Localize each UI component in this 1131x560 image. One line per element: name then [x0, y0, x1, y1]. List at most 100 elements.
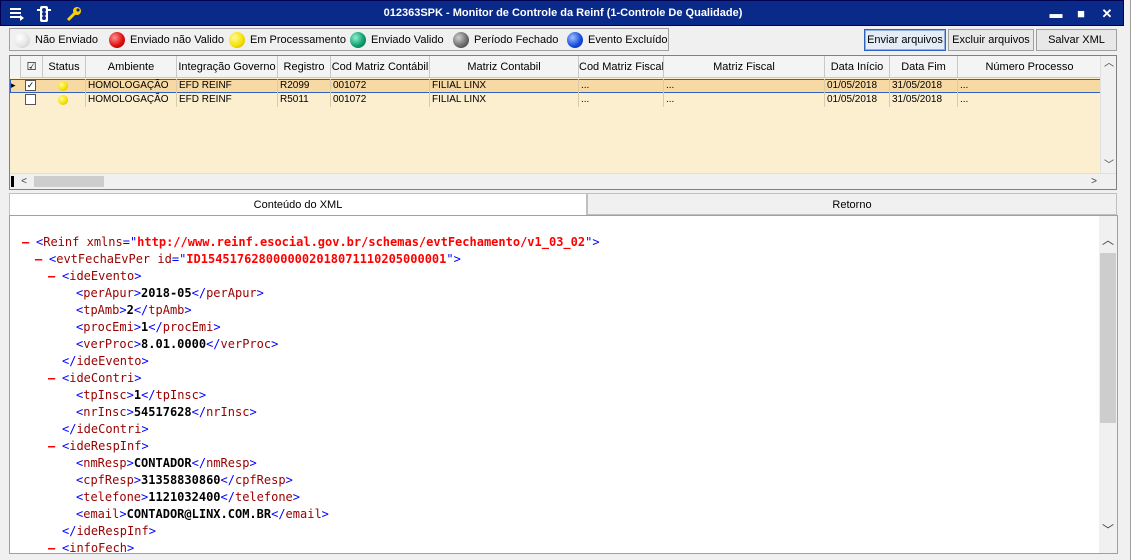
xml-tag: email [285, 507, 322, 521]
col-header-integracao[interactable]: Integração Governo [177, 56, 278, 78]
grid-horizontal-scrollbar[interactable]: < > [10, 173, 1116, 189]
xml-node-infofech: – <infoFech> [48, 540, 134, 554]
xml-node-email: <email>CONTADOR@LINX.COM.BR</email> [76, 507, 329, 521]
scroll-down-icon[interactable]: ﹀ [1100, 522, 1116, 538]
collapse-toggle[interactable]: – [48, 540, 62, 553]
scroll-up-icon[interactable]: ︿ [1101, 56, 1116, 72]
row-checkbox[interactable]: ✓ [25, 80, 36, 91]
col-header-data-inicio[interactable]: Data Início [825, 56, 890, 78]
legend-label: Enviado não Valido [130, 34, 224, 46]
xml-tag: tpInsc [83, 388, 127, 402]
scroll-up-icon[interactable]: ︿ [1100, 232, 1116, 248]
tab-retorno[interactable]: Retorno [587, 193, 1117, 215]
xml-tag: nrInsc [206, 405, 250, 419]
xml-node-nmresp: <nmResp>CONTADOR</nmResp> [76, 456, 257, 470]
tab-conteudo-xml[interactable]: Conteúdo do XML [9, 193, 587, 216]
xml-tag: tpAmb [148, 303, 185, 317]
xml-node-ideevento-close: </ideEvento> [62, 354, 149, 368]
legend-label: Em Processamento [250, 34, 346, 46]
maximize-button[interactable]: ■ [1072, 5, 1090, 23]
xml-value: 54517628 [133, 405, 192, 419]
close-button[interactable]: ✕ [1098, 5, 1116, 23]
xml-tag: verProc [83, 337, 134, 351]
table-row[interactable]: HOMOLOGAÇÃO EFD REINF R5011 001072 FILIA… [10, 93, 1102, 107]
col-header-cod-matriz-contabil[interactable]: Cod Matriz Contábil [331, 56, 430, 78]
xml-tag: tpAmb [83, 303, 120, 317]
green-ball-icon [350, 32, 366, 48]
send-files-button[interactable]: Enviar arquivos [864, 29, 946, 51]
xml-tag: ideRespInf [76, 524, 149, 538]
collapse-toggle[interactable]: – [35, 251, 49, 268]
xml-value: 31358830860 [141, 473, 221, 487]
xml-scroll-thumb[interactable] [1100, 253, 1116, 423]
col-header-cod-matriz-fiscal[interactable]: Cod Matriz Fiscal [579, 56, 664, 78]
integracao-cell: EFD REINF [177, 79, 278, 93]
table-row[interactable]: ▸ ✓ HOMOLOGAÇÃO EFD REINF R2099 001072 F… [10, 79, 1102, 93]
col-header-matriz-contabil[interactable]: Matriz Contabil [430, 56, 579, 78]
legend-label: Evento Excluído [588, 34, 668, 46]
matriz-contabil-cell: FILIAL LINX [430, 79, 579, 93]
xml-content-pane: – <Reinf xmlns="http://www.reinf.esocial.… [9, 215, 1118, 554]
row-checkbox[interactable] [25, 94, 36, 105]
xml-node-tpinsc: <tpInsc>1</tpInsc> [76, 388, 207, 402]
xml-tag: verProc [220, 337, 272, 351]
red-ball-icon [109, 32, 125, 48]
xml-tag: evtFechaEvPer [56, 252, 151, 266]
data-inicio-cell: 01/05/2018 [825, 93, 890, 107]
xml-tag: nrInsc [83, 405, 127, 419]
scroll-left-icon[interactable]: < [16, 174, 32, 189]
xml-tag: perApur [206, 286, 257, 300]
xml-attr-name: id [157, 252, 172, 266]
horizontal-scroll-thumb[interactable] [34, 176, 104, 187]
xml-node-tpamb: <tpAmb>2</tpAmb> [76, 303, 192, 317]
collapse-toggle[interactable]: – [48, 268, 62, 285]
xml-node-ideevento: – <ideEvento> [48, 268, 142, 285]
xml-node-telefone: <telefone>1121032400</telefone> [76, 490, 300, 504]
col-header-registro[interactable]: Registro [278, 56, 331, 78]
xml-tag: infoFech [69, 541, 128, 554]
xml-vertical-scrollbar[interactable]: ︿ ﹀ [1099, 216, 1117, 553]
col-header-ambiente[interactable]: Ambiente [86, 56, 177, 78]
xml-tag: procEmi [83, 320, 134, 334]
xml-attr-value: http://www.reinf.esocial.gov.br/schemas/… [137, 235, 586, 249]
xml-value: 8.01.0000 [141, 337, 207, 351]
scroll-position-marker [11, 176, 14, 187]
xml-tag: perApur [83, 286, 134, 300]
col-header-numero-processo[interactable]: Número Processo [958, 56, 1102, 78]
scroll-right-icon[interactable]: > [1086, 174, 1102, 189]
data-inicio-cell: 01/05/2018 [825, 79, 890, 93]
status-cell [43, 93, 86, 107]
status-cell [43, 79, 86, 93]
scroll-down-icon[interactable]: ﹀ [1101, 158, 1116, 174]
white-ball-icon [14, 32, 30, 48]
yellow-ball-icon [229, 32, 245, 48]
xml-tag: cpfResp [83, 473, 134, 487]
current-row-indicator-icon: ▸ [11, 80, 16, 90]
delete-files-button[interactable]: Excluir arquivos [948, 29, 1034, 51]
collapse-toggle[interactable]: – [48, 370, 62, 387]
save-xml-button[interactable]: Salvar XML [1036, 29, 1117, 51]
yellow-ball-icon [58, 95, 68, 105]
xml-node-verproc: <verProc>8.01.0000</verProc> [76, 337, 279, 351]
integracao-cell: EFD REINF [177, 93, 278, 107]
xml-tag: nmResp [206, 456, 250, 470]
status-legend: Não Enviado Enviado não Valido Em Proces… [9, 28, 669, 51]
grid-vertical-scrollbar[interactable]: ︿ ﹀ [1100, 56, 1116, 174]
collapse-toggle[interactable]: – [22, 234, 36, 251]
minimize-button[interactable]: ▬ [1047, 5, 1065, 23]
xml-tag: nmResp [83, 456, 127, 470]
yellow-ball-icon [58, 81, 68, 91]
cod-matriz-fiscal-cell: ... [579, 79, 664, 93]
xml-node-idecontri-close: </ideContri> [62, 422, 149, 436]
col-header-status[interactable]: Status [43, 56, 86, 78]
window-title: 012363SPK - Monitor de Controle da Reinf… [383, 7, 743, 19]
col-header-matriz-fiscal[interactable]: Matriz Fiscal [664, 56, 825, 78]
collapse-toggle[interactable]: – [48, 438, 62, 455]
xml-node-reinf: – <Reinf xmlns="http://www.reinf.esocial.… [22, 234, 600, 251]
cod-matriz-fiscal-cell: ... [579, 93, 664, 107]
legend-label: Período Fechado [474, 34, 559, 46]
xml-value: 1 [133, 388, 142, 402]
col-header-check[interactable]: ☑ [21, 56, 43, 78]
xml-tag: email [83, 507, 120, 521]
col-header-data-fim[interactable]: Data Fim [890, 56, 958, 78]
